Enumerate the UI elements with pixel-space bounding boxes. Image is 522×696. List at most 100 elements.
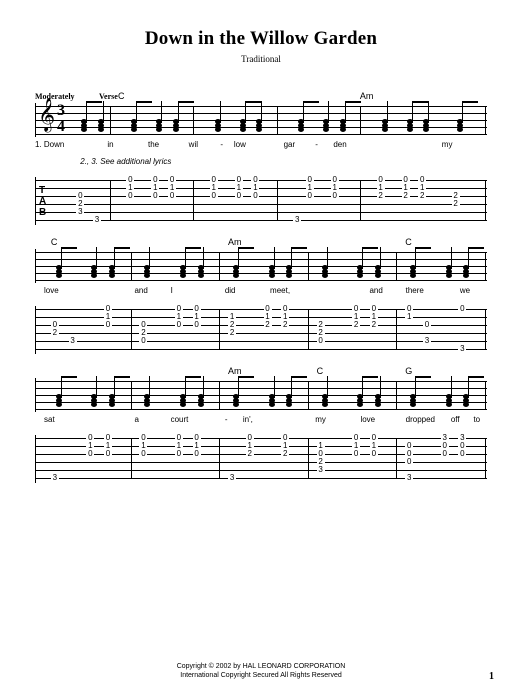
barline <box>131 438 132 478</box>
fret-number: 2 <box>370 321 378 329</box>
note-group <box>228 382 242 406</box>
fret-number: 0 <box>139 450 147 458</box>
lyrics-line: satacourt-in',mylovedroppedoffto <box>35 415 487 429</box>
fret-number: 0 <box>317 337 325 345</box>
chord-symbol: C <box>51 237 58 247</box>
note-group <box>86 253 100 277</box>
fret-number: 3 <box>76 208 84 216</box>
note-group <box>281 253 295 277</box>
notation-staff: CAmC <box>35 249 487 283</box>
chord-symbol: C <box>118 91 125 101</box>
system: AmCGsatacourt-in',mylovedroppedoffto3010… <box>35 378 487 483</box>
system: 𝄞34CAm1. Downinthewil-lowgar-denmy2., 3.… <box>35 103 487 225</box>
note-group <box>441 253 455 277</box>
fret-number: 0 <box>423 321 431 329</box>
barline <box>219 438 220 478</box>
fret-number: 2 <box>377 192 385 200</box>
systems: 𝄞34CAm1. Downinthewil-lowgar-denmy2., 3.… <box>35 103 487 483</box>
fret-number: 3 <box>93 216 101 224</box>
note-group <box>175 253 189 277</box>
lyric-syllable: and <box>369 286 382 295</box>
lyric-syllable: gar <box>284 140 296 149</box>
note-group <box>370 253 384 277</box>
note-group <box>317 382 331 406</box>
barline <box>131 309 132 349</box>
fret-number: 3 <box>69 337 77 345</box>
time-signature: 34 <box>56 103 66 135</box>
fret-number: 2 <box>281 321 289 329</box>
note-group <box>210 107 224 131</box>
barline <box>485 438 486 478</box>
note-group <box>405 382 419 406</box>
fret-number: 0 <box>104 321 112 329</box>
note-group <box>370 382 384 406</box>
lyrics-additional: 2., 3. See additional lyrics <box>35 157 487 171</box>
fret-number: 2 <box>228 329 236 337</box>
barline <box>110 180 111 220</box>
note-group <box>318 107 332 131</box>
note-group <box>293 107 307 131</box>
barline <box>396 438 397 478</box>
tablature-staff: 3010010010010010301201210230100100003300… <box>35 435 487 483</box>
barline <box>219 309 220 349</box>
section-label: Verse <box>99 92 118 101</box>
tablature-staff: 023010020010010122012012220012012010303 <box>35 306 487 354</box>
fret-number: 0 <box>210 192 218 200</box>
fret-number: 3 <box>458 345 466 353</box>
note-group <box>126 107 140 131</box>
barline <box>308 309 309 349</box>
fret-number: 0 <box>331 192 339 200</box>
barline <box>396 381 397 409</box>
fret-number: 0 <box>139 337 147 345</box>
note-group <box>76 107 90 131</box>
fret-number: 0 <box>86 450 94 458</box>
fret-number: 2 <box>452 200 460 208</box>
note-group <box>86 382 100 406</box>
fret-number: 0 <box>405 458 413 466</box>
fret-number: 1 <box>405 313 413 321</box>
lyric-syllable: sat <box>44 415 55 424</box>
chord-symbol: C <box>317 366 324 376</box>
barline <box>308 252 309 280</box>
lyric-syllable: love <box>44 286 59 295</box>
fret-number: 3 <box>405 474 413 482</box>
note-group <box>251 107 265 131</box>
note-group <box>51 382 65 406</box>
note-group <box>418 107 432 131</box>
barline <box>360 106 361 134</box>
barline <box>485 180 486 220</box>
lyric-syllable: - <box>225 415 228 424</box>
barline <box>131 381 132 409</box>
barline <box>308 438 309 478</box>
fret-number: 2 <box>418 192 426 200</box>
fret-number: 0 <box>175 321 183 329</box>
sheet-music-page: Down in the Willow Garden Traditional Mo… <box>0 0 522 696</box>
fret-number: 0 <box>175 450 183 458</box>
note-group <box>402 107 416 131</box>
fret-number: 0 <box>370 450 378 458</box>
fret-number: 0 <box>306 192 314 200</box>
note-group <box>317 253 331 277</box>
lyric-syllable: meet, <box>270 286 290 295</box>
barline <box>193 106 194 134</box>
lyric-syllable: I <box>171 286 173 295</box>
fret-number: 2 <box>264 321 272 329</box>
chord-symbol: Am <box>360 91 374 101</box>
lyric-syllable: we <box>460 286 470 295</box>
barline <box>131 252 132 280</box>
tab-label: TAB <box>39 185 46 218</box>
fret-number: 0 <box>235 192 243 200</box>
note-group <box>281 382 295 406</box>
tablature-staff: TAB0233010010010010010010301001001201201… <box>35 177 487 225</box>
lyric-syllable: love <box>360 415 375 424</box>
note-group <box>168 107 182 131</box>
lyric-syllable: there <box>406 286 424 295</box>
barline <box>485 381 486 409</box>
fret-number: 2 <box>281 450 289 458</box>
note-group <box>405 253 419 277</box>
note-group <box>175 382 189 406</box>
lyric-syllable: a <box>134 415 138 424</box>
song-title: Down in the Willow Garden <box>35 28 487 50</box>
note-group <box>264 253 278 277</box>
lyric-syllable: den <box>333 140 346 149</box>
